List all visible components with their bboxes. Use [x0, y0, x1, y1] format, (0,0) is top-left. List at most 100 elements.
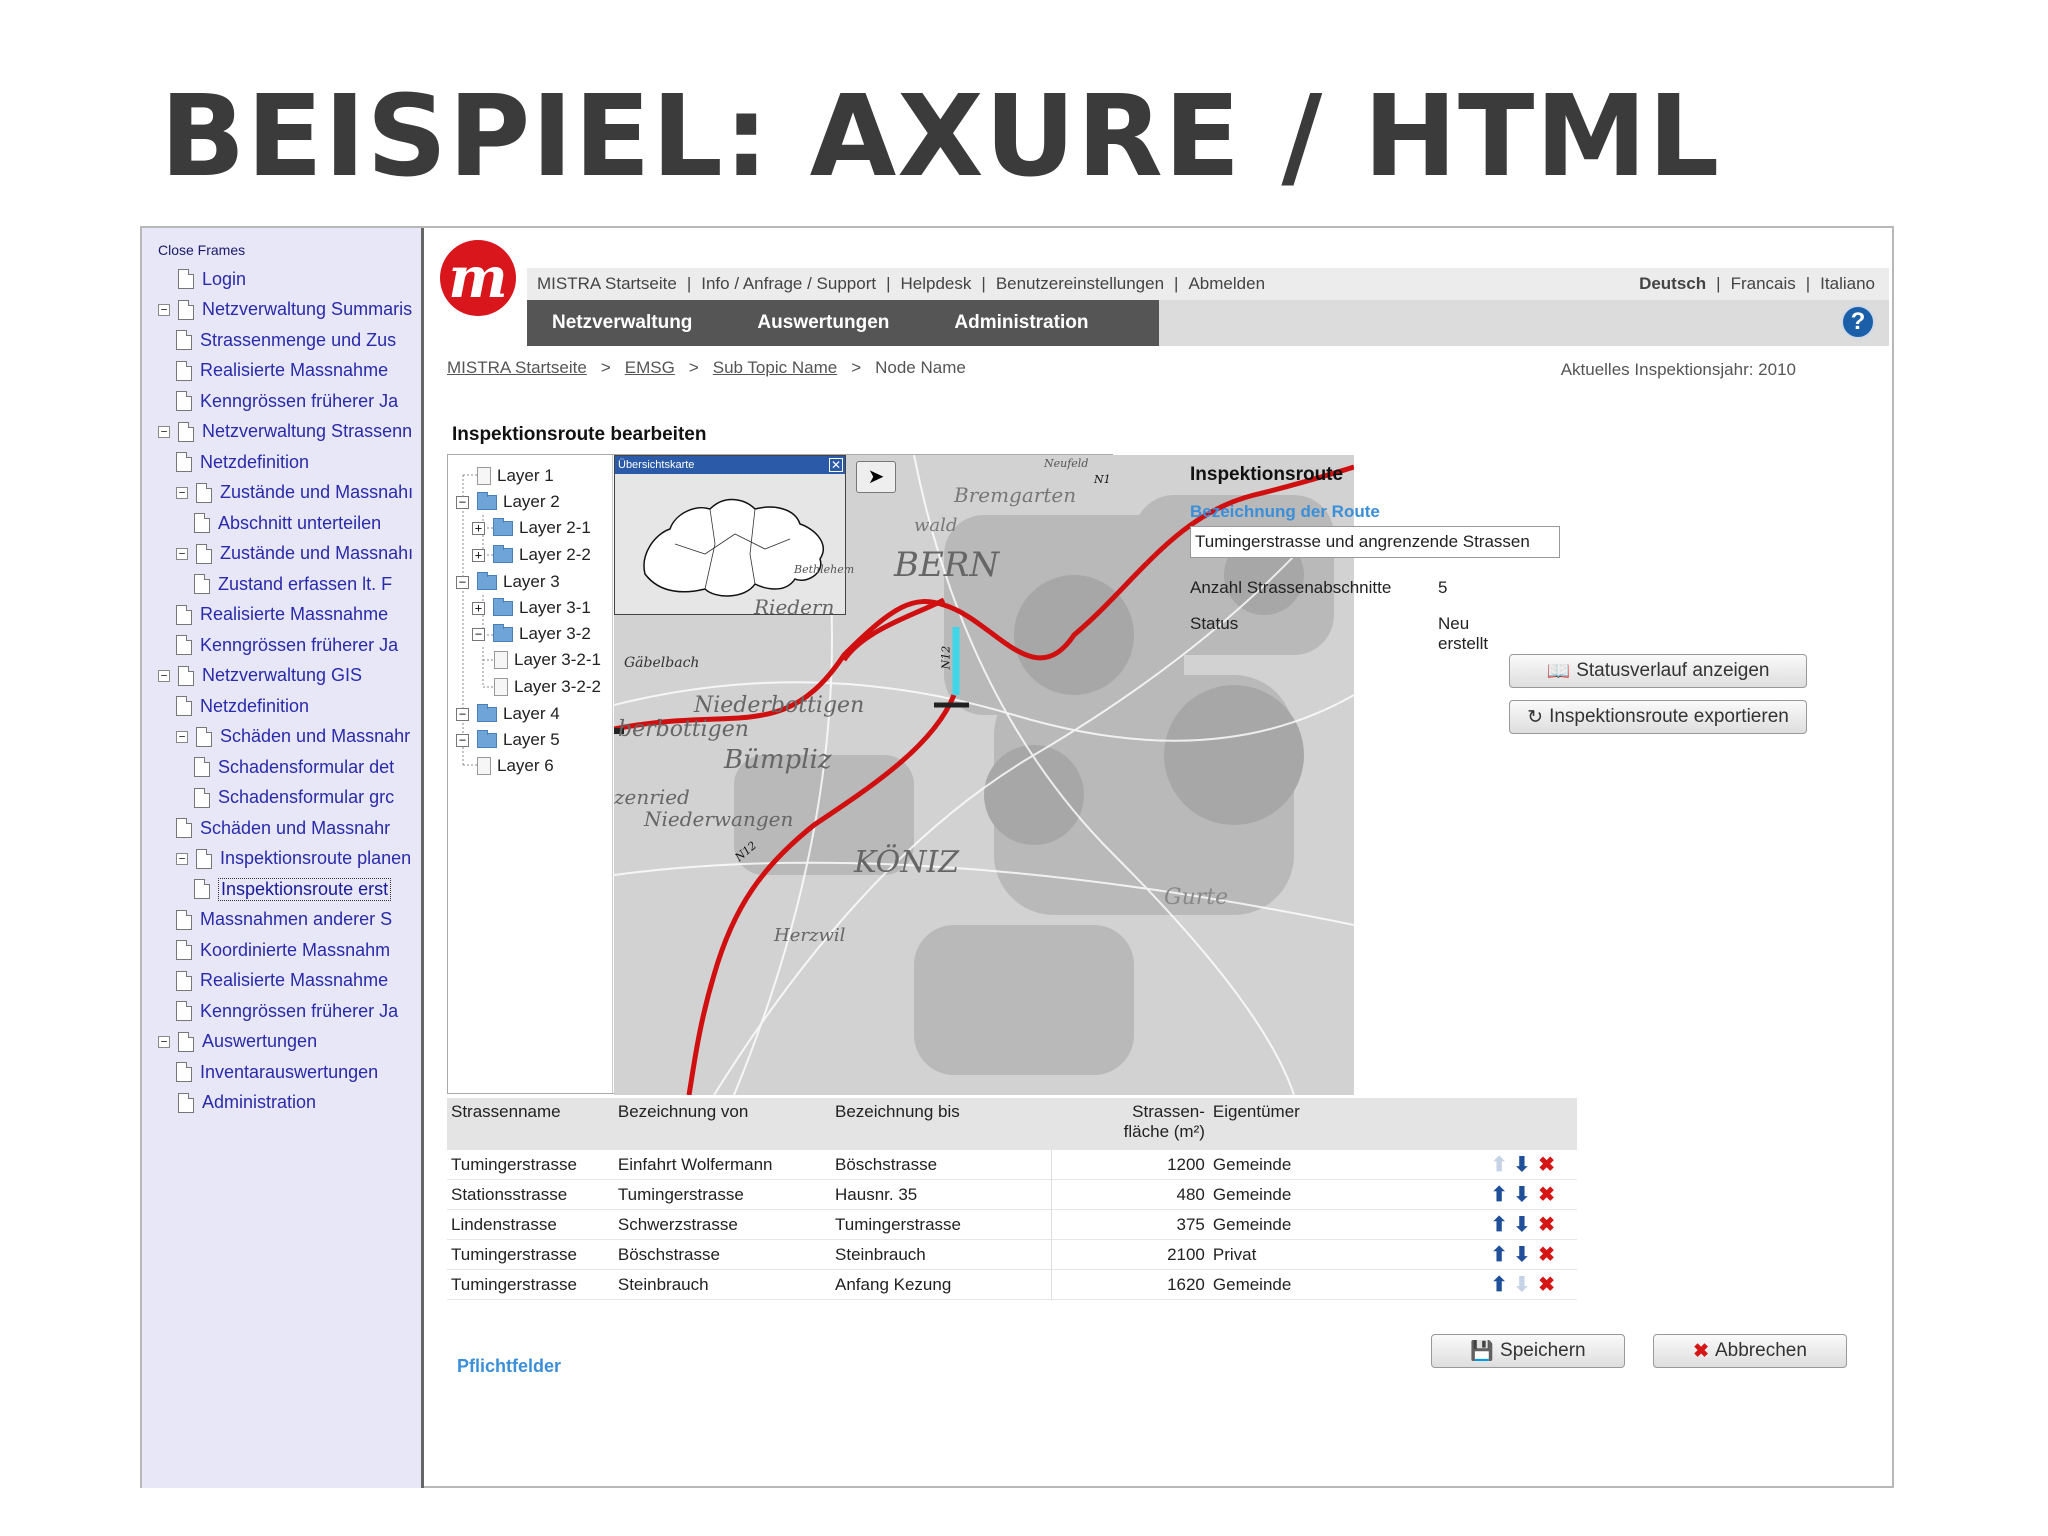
layer-toggle-icon[interactable]: −	[456, 733, 469, 747]
delete-icon[interactable]: ✖	[1538, 1244, 1555, 1266]
move-up-icon[interactable]: ⬆	[1491, 1274, 1508, 1296]
tree-item[interactable]: − Netzverwaltung Summaris	[158, 297, 412, 323]
layer-item[interactable]: − Layer 2	[456, 489, 560, 515]
tree-toggle-icon[interactable]: −	[158, 669, 170, 682]
layer-item[interactable]: + Layer 2-1	[472, 515, 591, 541]
tree-item-label: Login	[202, 268, 247, 289]
tree-item[interactable]: Realisierte Massnahme	[176, 968, 388, 994]
layer-item[interactable]: − Layer 4	[456, 701, 560, 727]
language-link[interactable]: Francais	[1731, 274, 1796, 294]
help-icon[interactable]: ?	[1841, 305, 1875, 339]
table-row: Tumingerstrasse Böschstrasse Steinbrauch 21…	[447, 1239, 1577, 1270]
delete-icon[interactable]: ✖	[1538, 1274, 1555, 1296]
layer-item[interactable]: − Layer 3-2	[472, 621, 591, 647]
page-icon	[176, 940, 192, 960]
tree-item[interactable]: Koordinierte Massnahm	[176, 937, 390, 963]
move-down-icon[interactable]: ⬇	[1513, 1154, 1530, 1176]
tree-toggle-icon[interactable]: −	[176, 852, 188, 865]
layer-item[interactable]: − Layer 5	[456, 727, 560, 753]
pointer-tool-icon[interactable]: ➤	[856, 461, 896, 493]
route-name-input[interactable]	[1190, 526, 1560, 558]
tree-item[interactable]: Kenngrössen früherer Ja	[176, 632, 398, 658]
tree-item[interactable]: Massnahmen anderer S	[176, 907, 392, 933]
layer-toggle-icon[interactable]: +	[472, 601, 485, 615]
tree-item[interactable]: Zustand erfassen lt. F	[194, 571, 392, 597]
tree-item[interactable]: − Schäden und Massnahr	[176, 724, 410, 750]
layer-toggle-icon[interactable]: −	[456, 575, 469, 589]
tree-item[interactable]: Netzdefinition	[176, 693, 309, 719]
nav-tab[interactable]: Administration	[954, 312, 1088, 334]
tree-toggle-icon[interactable]: −	[176, 730, 188, 743]
tree-item[interactable]: Realisierte Massnahme	[176, 358, 388, 384]
tree-item[interactable]: Inspektionsroute erst	[194, 876, 392, 902]
tree-item[interactable]: Schadensformular grc	[194, 785, 394, 811]
move-down-icon[interactable]: ⬇	[1513, 1244, 1530, 1266]
move-up-icon[interactable]: ⬆	[1491, 1184, 1508, 1206]
tree-item[interactable]: Schadensformular det	[194, 754, 394, 780]
tree-item[interactable]: Schäden und Massnahr	[176, 815, 390, 841]
language-link[interactable]: Deutsch	[1639, 274, 1706, 294]
tree-item[interactable]: − Zustände und Massnahı	[176, 541, 413, 567]
tree-item[interactable]: Realisierte Massnahme	[176, 602, 388, 628]
move-up-icon[interactable]: ⬆	[1491, 1154, 1508, 1176]
language-link[interactable]: Italiano	[1820, 274, 1875, 294]
save-button[interactable]: 💾 Speichern	[1431, 1334, 1625, 1368]
top-link[interactable]: Helpdesk	[901, 274, 972, 294]
top-link[interactable]: Info / Anfrage / Support	[701, 274, 876, 294]
tree-item[interactable]: Netzdefinition	[176, 449, 309, 475]
layer-item[interactable]: Layer 1	[456, 463, 554, 489]
tree-toggle-icon[interactable]: −	[176, 486, 188, 499]
overview-map[interactable]: Übersichtskarte ✕	[614, 455, 846, 615]
export-route-button[interactable]: ↻ Inspektionsroute exportieren	[1509, 700, 1807, 734]
switzerland-outline	[643, 498, 824, 597]
status-history-button[interactable]: 📖 Statusverlauf anzeigen	[1509, 654, 1807, 688]
top-link[interactable]: MISTRA Startseite	[537, 274, 677, 294]
layer-item[interactable]: Layer 6	[456, 753, 554, 779]
tree-toggle-icon[interactable]: −	[158, 1035, 170, 1048]
breadcrumb-link[interactable]: Sub Topic Name	[713, 358, 837, 378]
tree-item[interactable]: Kenngrössen früherer Ja	[176, 388, 398, 414]
layer-toggle-icon[interactable]: −	[472, 627, 485, 641]
layer-item[interactable]: − Layer 3	[456, 569, 560, 595]
cancel-button[interactable]: ✖ Abbrechen	[1653, 1334, 1847, 1368]
tree-item[interactable]: Administration	[158, 1090, 316, 1116]
tree-item[interactable]: − Auswertungen	[158, 1029, 317, 1055]
tree-toggle-icon[interactable]: −	[176, 547, 188, 560]
tree-item[interactable]: − Zustände und Massnahı	[176, 480, 413, 506]
layer-item[interactable]: + Layer 2-2	[472, 542, 591, 568]
move-down-icon[interactable]: ⬇	[1513, 1214, 1530, 1236]
tree-item[interactable]: Kenngrössen früherer Ja	[176, 998, 398, 1024]
delete-icon[interactable]: ✖	[1538, 1214, 1555, 1236]
nav-tab[interactable]: Netzverwaltung	[552, 312, 692, 334]
layer-toggle-icon[interactable]: +	[472, 548, 485, 562]
layer-item[interactable]: Layer 3-2-1	[494, 647, 601, 673]
delete-icon[interactable]: ✖	[1538, 1184, 1555, 1206]
move-up-icon[interactable]: ⬆	[1491, 1244, 1508, 1266]
layer-toggle-icon[interactable]: −	[456, 495, 469, 509]
layer-toggle-icon[interactable]: +	[472, 521, 485, 535]
tree-item[interactable]: − Inspektionsroute planen	[176, 846, 411, 872]
tree-item[interactable]: Strassenmenge und Zus	[176, 327, 396, 353]
tree-toggle-icon[interactable]: −	[158, 303, 170, 316]
layer-item[interactable]: + Layer 3-1	[472, 595, 591, 621]
move-up-icon[interactable]: ⬆	[1491, 1214, 1508, 1236]
layer-toggle-icon[interactable]: −	[456, 707, 469, 721]
layer-item[interactable]: Layer 3-2-2	[494, 674, 601, 700]
breadcrumb-link[interactable]: MISTRA Startseite	[447, 358, 587, 378]
close-frames-link[interactable]: Close Frames	[158, 242, 245, 258]
move-down-icon[interactable]: ⬇	[1513, 1184, 1530, 1206]
tree-toggle-icon[interactable]: −	[158, 425, 170, 438]
move-down-icon[interactable]: ⬇	[1513, 1274, 1530, 1296]
nav-tab[interactable]: Auswertungen	[757, 312, 889, 334]
delete-icon[interactable]: ✖	[1538, 1154, 1555, 1176]
tree-item[interactable]: Abschnitt unterteilen	[194, 510, 381, 536]
tree-item[interactable]: − Netzverwaltung Strassenn	[158, 419, 412, 445]
tree-item[interactable]: − Netzverwaltung GIS	[158, 663, 362, 689]
top-link[interactable]: Benutzereinstellungen	[996, 274, 1164, 294]
tree-item[interactable]: Inventarauswertungen	[176, 1059, 378, 1085]
map-label: BERN	[894, 545, 1000, 585]
top-link[interactable]: Abmelden	[1188, 274, 1265, 294]
tree-item[interactable]: Login	[158, 266, 246, 292]
breadcrumb-link[interactable]: EMSG	[625, 358, 675, 378]
close-icon[interactable]: ✕	[829, 458, 843, 472]
